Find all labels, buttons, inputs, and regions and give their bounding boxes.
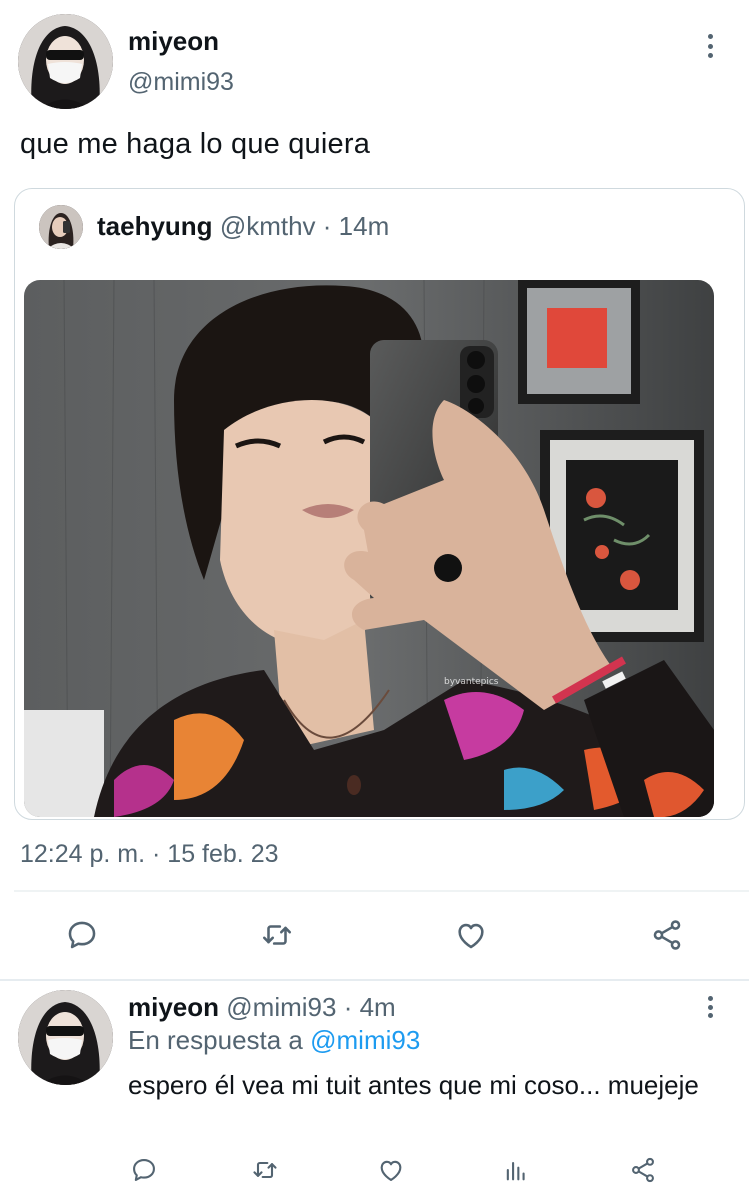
reply-header: miyeon @mimi93 · 4m [128,992,396,1023]
author-handle[interactable]: @mimi93 [128,68,234,97]
quoted-header: taehyung @kmthv · 14m [97,211,389,242]
share-icon[interactable] [647,915,687,955]
reply-icon[interactable] [62,915,102,955]
reply-icon[interactable] [124,1150,164,1190]
section-divider [0,979,749,981]
photo-watermark: byvantepics [444,677,499,687]
author-avatar[interactable] [18,14,113,109]
reply-text: espero él vea mi tuit antes que mi coso.… [128,1070,699,1100]
more-options-icon[interactable] [705,34,715,58]
quoted-tweet[interactable]: taehyung @kmthv · 14m byvantepics [14,188,745,820]
more-options-icon[interactable] [705,996,715,1018]
author-name[interactable]: miyeon [128,26,219,57]
reply-author-name[interactable]: miyeon [128,992,219,1022]
tweet-timestamp[interactable]: 12:24 p. m. · 15 feb. 23 [20,840,279,869]
retweet-icon[interactable] [245,1150,285,1190]
share-icon[interactable] [623,1150,663,1190]
reply-author-handle[interactable]: @mimi93 [226,992,336,1022]
reply-time: · 4m [343,992,396,1022]
reply-author-avatar[interactable] [18,990,113,1085]
retweet-icon[interactable] [257,915,297,955]
quoted-author-avatar[interactable] [39,205,83,249]
like-icon[interactable] [451,915,491,955]
analytics-icon[interactable] [496,1150,536,1190]
tweet-text: que me haga lo que quiera [20,128,371,160]
quoted-author-name[interactable]: taehyung [97,211,213,241]
quoted-photo[interactable]: byvantepics [24,280,714,817]
quoted-time: · 14m [322,211,390,241]
reply-context: En respuesta a @mimi93 [128,1025,420,1056]
divider [14,890,749,892]
reply-prefix: En respuesta a [128,1025,303,1055]
like-icon[interactable] [371,1150,411,1190]
quoted-author-handle[interactable]: @kmthv [220,211,316,241]
reply-mention-link[interactable]: @mimi93 [310,1025,420,1055]
